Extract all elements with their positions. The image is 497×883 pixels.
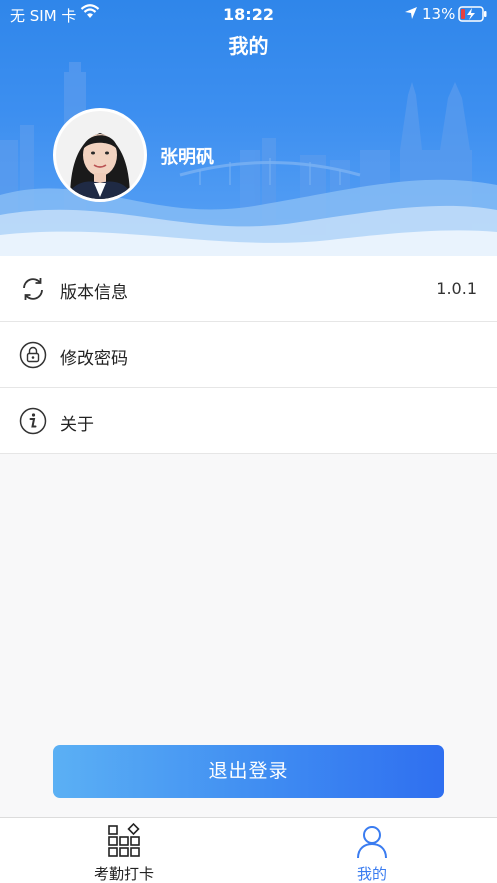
version-number: 1.0.1 — [436, 279, 477, 298]
location-arrow-icon — [405, 7, 417, 19]
profile-header: 无 SIM 卡 18:22 13% 我的 张明矾 — [0, 0, 497, 256]
menu-item-label: 版本信息 — [60, 283, 128, 303]
logout-button[interactable]: 退出登录 — [53, 745, 444, 798]
tab-bar: 考勤打卡 我的 — [0, 817, 497, 883]
page-title: 我的 — [228, 34, 269, 58]
lock-icon — [19, 341, 47, 369]
tab-mine[interactable]: 我的 — [248, 818, 496, 883]
menu-item-label: 关于 — [60, 415, 94, 435]
menu-item-about[interactable]: 关于 — [0, 388, 497, 454]
tab-label: 我的 — [356, 865, 387, 883]
menu-item-label: 修改密码 — [60, 349, 128, 369]
settings-menu: 版本信息 1.0.1 修改密码 关于 — [0, 256, 497, 454]
menu-item-version-info[interactable]: 版本信息 1.0.1 — [0, 256, 497, 322]
grid-apps-icon — [108, 823, 140, 857]
person-icon — [357, 826, 387, 859]
avatar[interactable] — [53, 108, 147, 202]
menu-item-change-password[interactable]: 修改密码 — [0, 322, 497, 388]
user-name: 张明矾 — [160, 147, 214, 168]
tab-attendance[interactable]: 考勤打卡 — [0, 818, 248, 883]
refresh-icon — [23, 278, 43, 300]
tab-label: 考勤打卡 — [93, 865, 154, 883]
info-icon — [19, 407, 47, 435]
status-bar: 无 SIM 卡 18:22 13% — [0, 0, 497, 30]
battery-percentage: 13% — [422, 5, 456, 23]
battery-charging-icon — [458, 6, 487, 22]
user-photo — [56, 111, 144, 199]
